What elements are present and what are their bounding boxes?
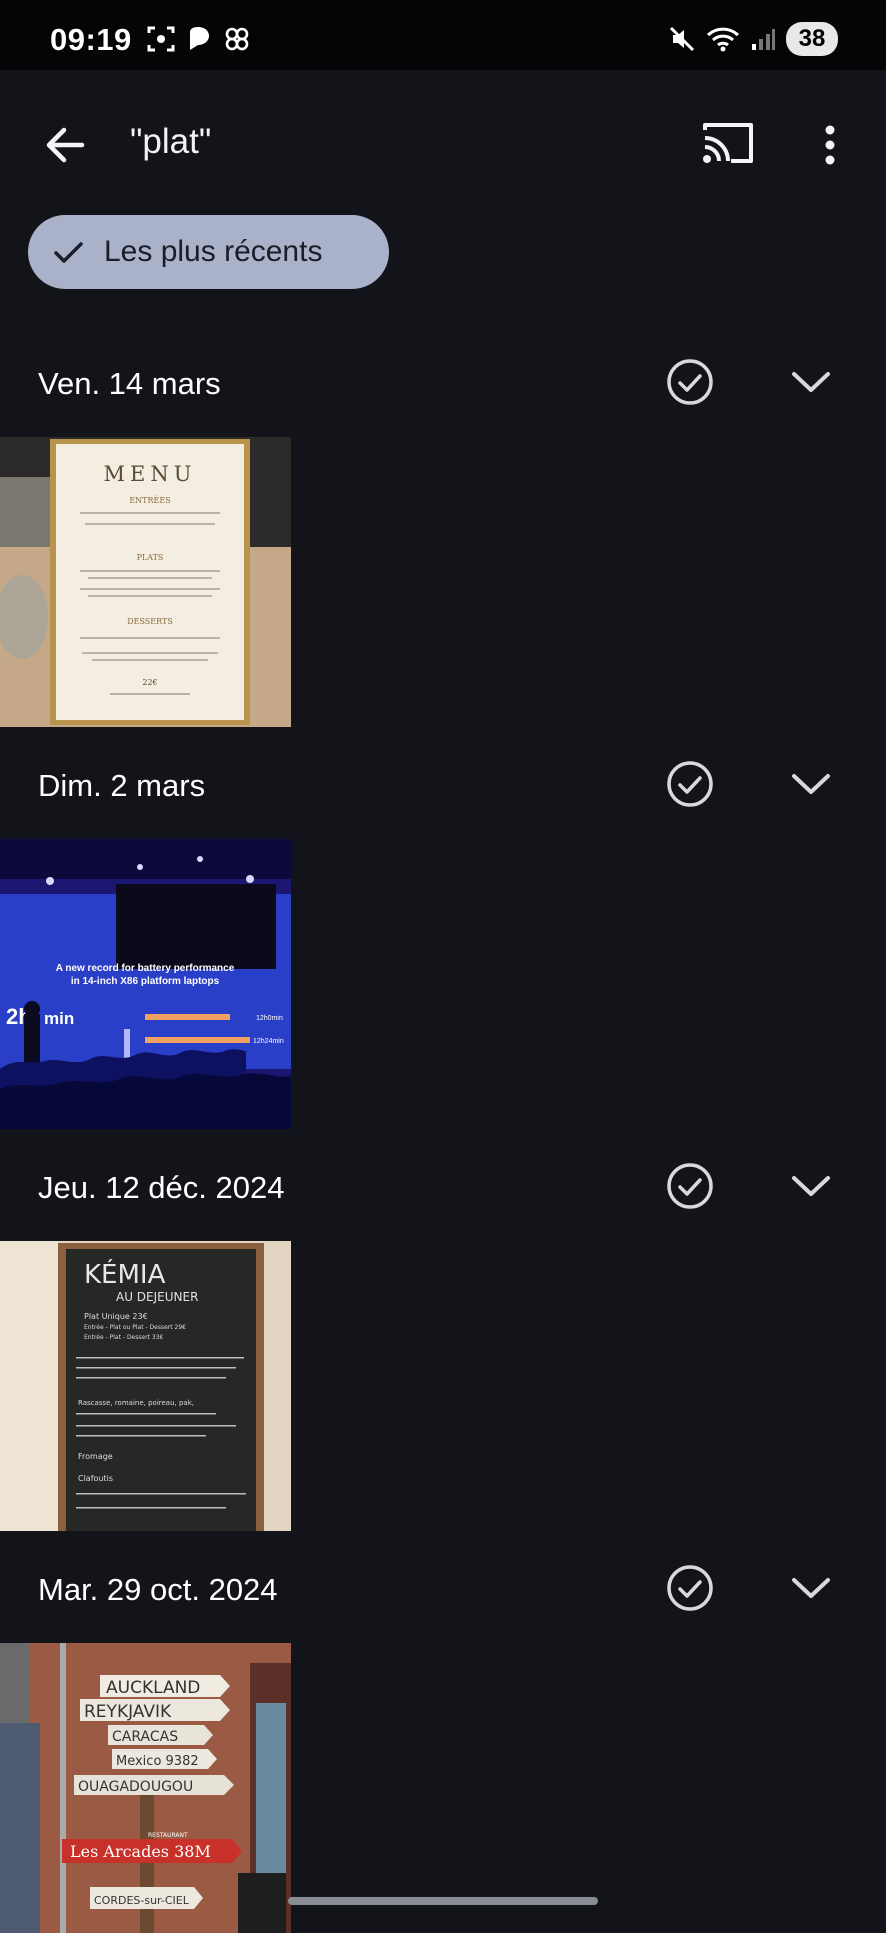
cast-button[interactable] — [700, 118, 756, 168]
expand-section-button[interactable] — [786, 1164, 836, 1208]
more-vert-icon — [825, 125, 835, 165]
chevron-down-icon — [792, 372, 830, 392]
check-circle-icon — [667, 1565, 713, 1611]
select-section-button[interactable] — [664, 1562, 716, 1614]
mute-icon — [669, 26, 695, 52]
sign-text: OUAGADOUGOU — [78, 1779, 193, 1795]
slide-text: 12h0min — [256, 1015, 283, 1022]
pinwheel-icon — [225, 27, 249, 51]
chalkboard-text: AU DEJEUNER — [116, 1290, 198, 1304]
chevron-down-icon — [792, 1578, 830, 1598]
arrow-back-icon — [46, 127, 85, 163]
more-options-button[interactable] — [810, 118, 850, 174]
cast-icon — [703, 123, 753, 163]
select-section-button[interactable] — [664, 1160, 716, 1212]
photo-thumbnail-chalkboard[interactable]: KÉMIA AU DEJEUNER Plat Unique 23€ Entrée… — [0, 1241, 291, 1531]
app-bar: "plat" — [0, 100, 886, 190]
sort-filter-chip[interactable]: Les plus récents — [28, 215, 389, 289]
date-section-header: Mar. 29 oct. 2024 — [0, 1562, 886, 1622]
screenshot-icon — [147, 26, 175, 52]
select-section-button[interactable] — [664, 356, 716, 408]
date-section-header: Ven. 14 mars — [0, 356, 886, 416]
sign-text: CARACAS — [112, 1729, 178, 1745]
sign-text: REYKJAVIK — [84, 1702, 172, 1722]
slide-text: A new record for battery performance — [56, 963, 235, 974]
photo-thumbnail-signpost[interactable]: AUCKLAND REYKJAVIK CARACAS Mexico 9382 O… — [0, 1643, 291, 1933]
wifi-icon — [706, 27, 740, 52]
menu-section-text: PLATS — [137, 553, 164, 562]
chevron-down-icon — [792, 1176, 830, 1196]
chevron-down-icon — [792, 774, 830, 794]
slide-text: 12h24min — [253, 1038, 284, 1045]
menu-section-text: DESSERTS — [127, 617, 173, 626]
search-query[interactable]: "plat" — [130, 122, 211, 162]
check-circle-icon — [667, 1163, 713, 1209]
sign-text: CORDES-sur-CIEL — [94, 1894, 190, 1907]
expand-section-button[interactable] — [786, 762, 836, 806]
sign-text: AUCKLAND — [106, 1678, 200, 1698]
photo-thumbnail-conference[interactable]: A new record for battery performance in … — [0, 839, 291, 1129]
menu-price-text: 22€ — [142, 678, 157, 687]
sign-text: Mexico 9382 — [116, 1754, 199, 1769]
chalkboard-text: Plat Unique 23€ — [84, 1312, 148, 1321]
expand-section-button[interactable] — [786, 360, 836, 404]
signal-icon — [752, 29, 775, 50]
notification-icons — [146, 24, 252, 54]
chalkboard-text: Entrée - Plat - Dessert 33€ — [84, 1334, 164, 1341]
date-section-header: Dim. 2 mars — [0, 758, 886, 818]
chalkboard-text: Fromage — [78, 1452, 113, 1461]
chalkboard-text: Clafoutis — [78, 1474, 113, 1483]
status-time: 09:19 — [50, 22, 132, 57]
menu-section-text: ENTRÉES — [129, 496, 170, 505]
expand-section-button[interactable] — [786, 1566, 836, 1610]
date-section-header: Jeu. 12 déc. 2024 — [0, 1160, 886, 1220]
chalkboard-text: Rascasse, romaine, poireau, pak, — [78, 1399, 194, 1407]
sign-text: Les Arcades 38M — [70, 1842, 211, 1861]
select-section-button[interactable] — [664, 758, 716, 810]
section-date: Mar. 29 oct. 2024 — [38, 1572, 278, 1607]
section-date: Ven. 14 mars — [38, 366, 221, 401]
home-indicator[interactable] — [288, 1897, 598, 1905]
menu-title-text: MENU — [104, 462, 197, 486]
battery-indicator: 38 — [786, 22, 838, 56]
app-logo-icon — [190, 27, 209, 50]
chalkboard-title-text: KÉMIA — [84, 1258, 166, 1290]
check-circle-icon — [667, 761, 713, 807]
chalkboard-text: Entrée - Plat ou Plat - Dessert 29€ — [84, 1324, 186, 1331]
check-circle-icon — [667, 359, 713, 405]
photo-thumbnail-menu[interactable]: MENU ENTRÉES PLATS DESSERTS 22€ — [0, 437, 291, 727]
slide-text: min — [44, 1009, 74, 1028]
section-date: Jeu. 12 déc. 2024 — [38, 1170, 285, 1205]
status-bar: 09:19 38 — [0, 0, 886, 70]
check-icon — [54, 242, 83, 263]
section-date: Dim. 2 mars — [38, 768, 206, 803]
chip-label: Les plus récents — [104, 235, 323, 268]
sign-text: RESTAURANT — [148, 1832, 188, 1839]
slide-text: in 14-inch X86 platform laptops — [71, 976, 220, 987]
back-button[interactable] — [38, 118, 92, 172]
system-icons: 38 — [668, 22, 838, 56]
